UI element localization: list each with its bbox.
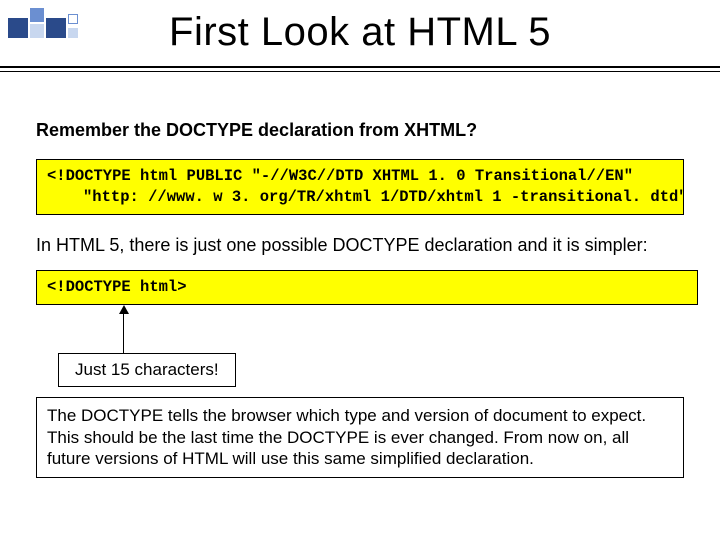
divider-thin xyxy=(0,71,720,72)
slide: First Look at HTML 5 Remember the DOCTYP… xyxy=(0,0,720,540)
explanation-box: The DOCTYPE tells the browser which type… xyxy=(36,397,684,478)
code-line-2: "http: //www. w 3. org/TR/xhtml 1/DTD/xh… xyxy=(47,187,673,208)
title-wrap: First Look at HTML 5 xyxy=(0,4,720,55)
intro-text-2: In HTML 5, there is just one possible DO… xyxy=(36,235,684,256)
content-area: Remember the DOCTYPE declaration from XH… xyxy=(36,120,684,478)
slide-title: First Look at HTML 5 xyxy=(169,10,551,55)
arrow-line xyxy=(123,309,124,353)
code-line-1: <!DOCTYPE html PUBLIC "-//W3C//DTD XHTML… xyxy=(47,167,633,185)
xhtml-doctype-codebox: <!DOCTYPE html PUBLIC "-//W3C//DTD XHTML… xyxy=(36,159,684,215)
intro-text-1: Remember the DOCTYPE declaration from XH… xyxy=(36,120,684,141)
html5-doctype-codebox: <!DOCTYPE html> xyxy=(36,270,698,305)
divider-thick xyxy=(0,66,720,68)
code-line-3: <!DOCTYPE html> xyxy=(47,278,187,296)
annotation-box: Just 15 characters! xyxy=(58,353,236,387)
annotation-wrap: Just 15 characters! xyxy=(36,305,684,397)
